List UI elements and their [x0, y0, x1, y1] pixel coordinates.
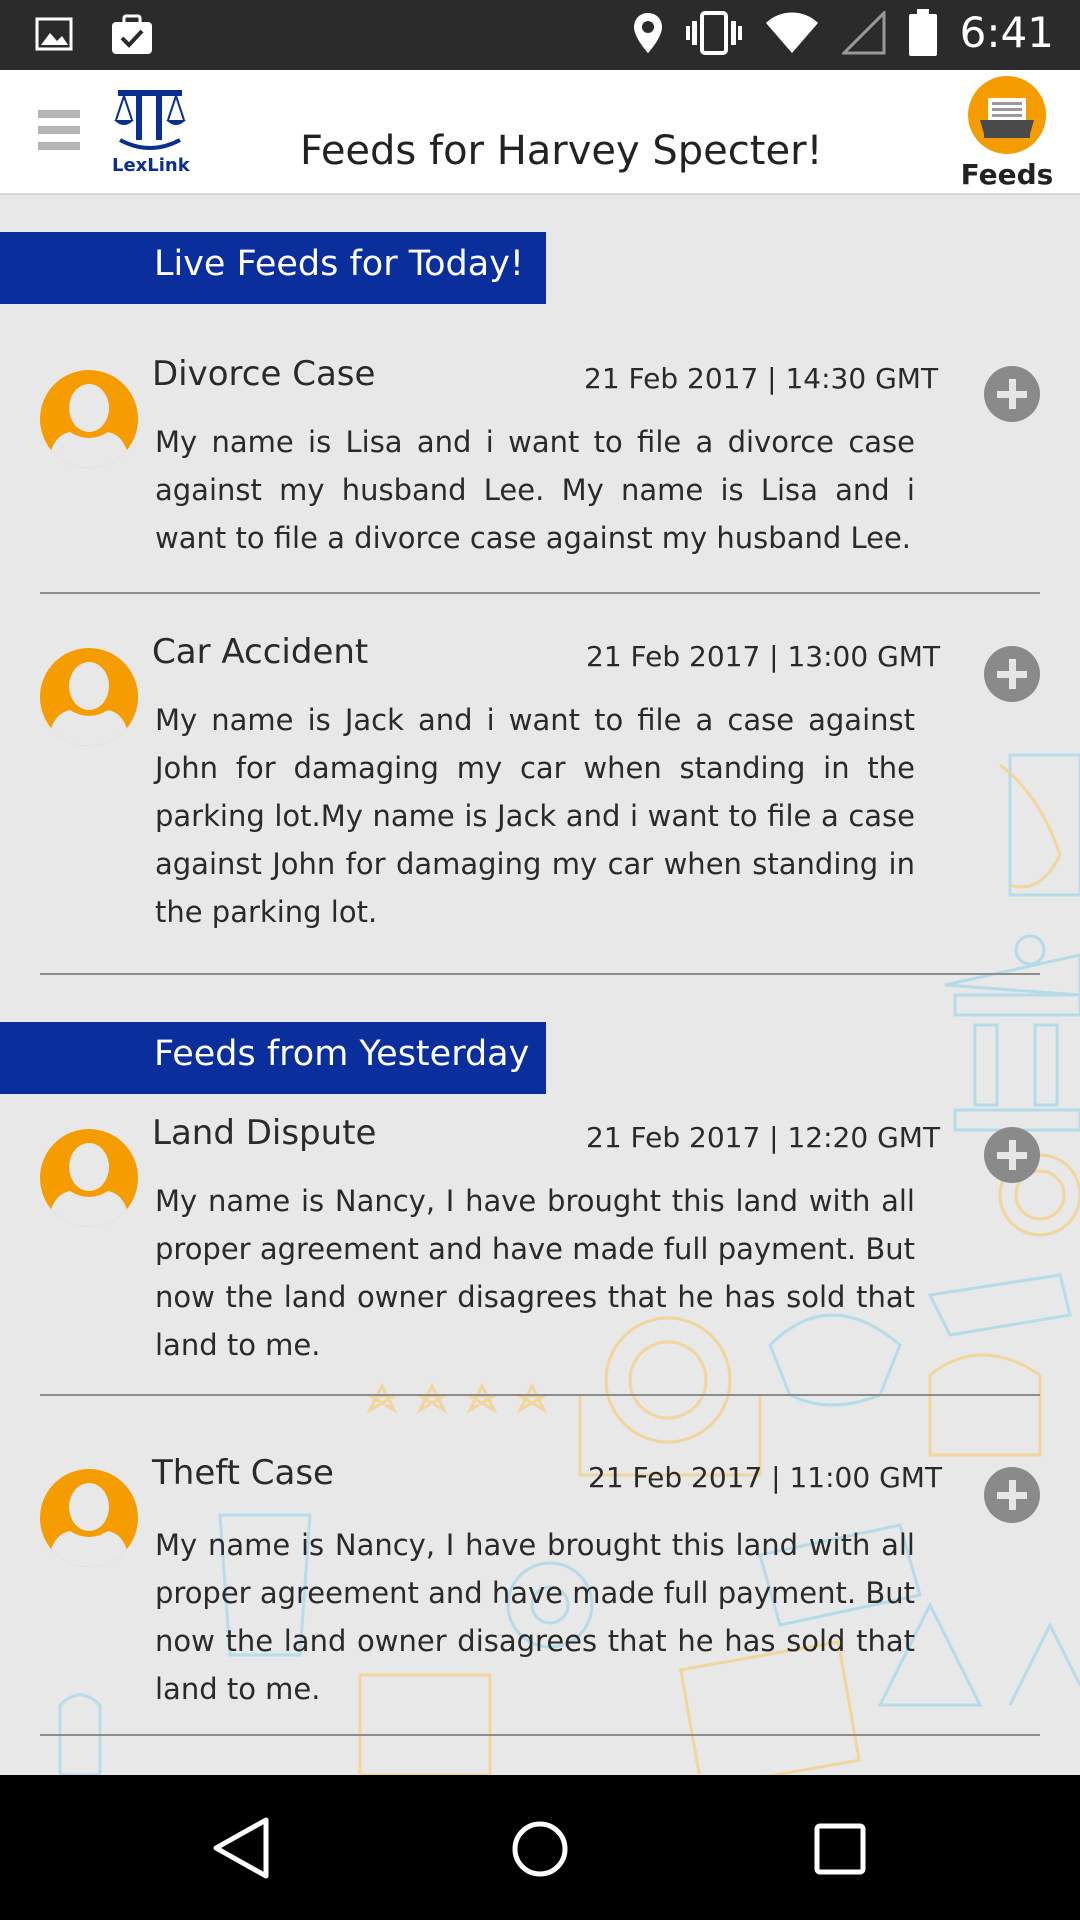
add-icon[interactable]: [984, 646, 1040, 702]
vibrate-icon: [685, 10, 742, 55]
location-icon: [633, 12, 662, 53]
section-label-yesterday: Feeds from Yesterday: [154, 1034, 530, 1074]
feed-title: Land Dispute: [152, 1113, 377, 1153]
add-icon[interactable]: [984, 366, 1040, 422]
app-header: LexLink Feeds for Harvey Specter! Feeds: [0, 70, 1080, 195]
divider: [40, 1394, 1040, 1396]
feed-date: 21 Feb 2017 | 13:00 GMT: [586, 640, 941, 673]
home-icon[interactable]: [510, 1819, 570, 1879]
section-label-today: Live Feeds for Today!: [154, 244, 524, 284]
wifi-icon: [765, 12, 818, 53]
feed-body: My name is Jack and i want to file a cas…: [155, 703, 915, 929]
feed-date: 21 Feb 2017 | 14:30 GMT: [584, 362, 939, 395]
feed-body: My name is Nancy, I have brought this la…: [155, 1184, 915, 1362]
feeds-icon: [968, 76, 1046, 154]
feed-body: My name is Nancy, I have brought this la…: [155, 1528, 915, 1706]
clipboard-check-icon: [112, 14, 152, 54]
battery-icon: [908, 8, 937, 56]
system-nav-bar: [0, 1775, 1080, 1920]
status-time: 6:41: [959, 8, 1054, 57]
user-avatar-icon: [40, 1469, 138, 1567]
lexlink-logo: LexLink: [112, 86, 190, 176]
user-avatar-icon: [40, 1129, 138, 1227]
feed-date: 21 Feb 2017 | 12:20 GMT: [586, 1121, 941, 1154]
feed-title: Car Accident: [152, 632, 369, 672]
scales-icon: [114, 90, 186, 150]
menu-icon[interactable]: [38, 110, 80, 150]
user-avatar-icon: [40, 648, 138, 746]
page-title: Feeds for Harvey Specter!: [300, 128, 823, 174]
add-icon[interactable]: [984, 1467, 1040, 1523]
feed-date: 21 Feb 2017 | 11:00 GMT: [588, 1461, 943, 1494]
logo-text: LexLink: [112, 155, 190, 176]
status-bar: 6:41: [0, 0, 1080, 70]
recents-icon[interactable]: [812, 1821, 868, 1877]
section-header-yesterday: Feeds from Yesterday: [0, 1022, 546, 1094]
divider: [40, 592, 1040, 594]
divider: [40, 1734, 1040, 1736]
feed-title: Divorce Case: [152, 354, 376, 394]
back-icon[interactable]: [210, 1815, 272, 1881]
feed-title: Theft Case: [152, 1453, 334, 1493]
user-avatar-icon: [40, 370, 138, 468]
signal-icon: [841, 10, 886, 54]
gallery-icon: [35, 17, 73, 51]
divider: [40, 973, 1040, 975]
feed-body: My name is Lisa and i want to file a div…: [155, 425, 915, 555]
section-header-today: Live Feeds for Today!: [0, 232, 546, 304]
add-icon[interactable]: [984, 1127, 1040, 1183]
feeds-button[interactable]: Feeds: [961, 76, 1053, 191]
feeds-label: Feeds: [960, 158, 1054, 191]
